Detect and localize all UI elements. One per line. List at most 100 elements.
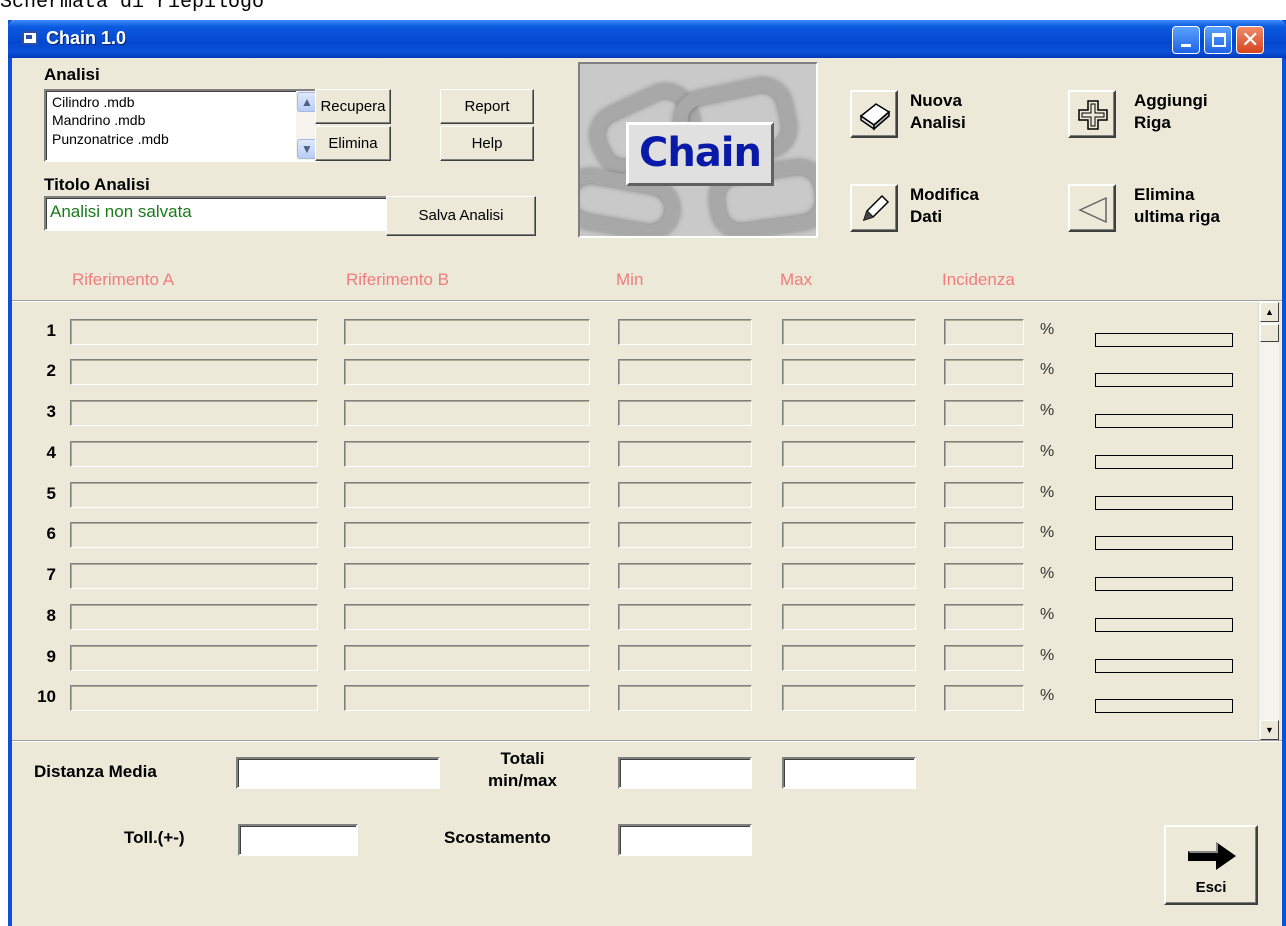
titolo-analisi-input[interactable]: Analisi non salvata (44, 196, 388, 231)
incidenza-cell[interactable] (944, 482, 1024, 508)
incidenza-cell[interactable] (944, 645, 1024, 671)
totale-max-field[interactable] (782, 757, 916, 789)
max-cell[interactable] (782, 359, 916, 385)
riferimento-a-cell[interactable] (70, 319, 318, 345)
totale-min-field[interactable] (618, 757, 752, 789)
elimina-button[interactable]: Elimina (315, 126, 391, 161)
riferimento-b-cell[interactable] (344, 441, 590, 467)
scroll-up-icon[interactable]: ▲ (297, 92, 317, 112)
incidenza-cell[interactable] (944, 563, 1024, 589)
chain-logo: Chain (578, 62, 818, 238)
max-cell[interactable] (782, 645, 916, 671)
riferimento-b-cell[interactable] (344, 359, 590, 385)
min-cell[interactable] (618, 604, 752, 630)
help-button[interactable]: Help (440, 126, 534, 161)
min-cell[interactable] (618, 359, 752, 385)
max-cell[interactable] (782, 685, 916, 711)
aggiungi-riga-button[interactable] (1068, 90, 1116, 138)
analisi-label: Analisi (44, 65, 100, 84)
footer-separator (12, 740, 1282, 742)
main-window: Chain 1.0 ✕ Analisi Cilindro .mdb Mandri… (8, 20, 1286, 926)
scroll-thumb[interactable] (1260, 324, 1279, 342)
riferimento-b-cell[interactable] (344, 604, 590, 630)
app-icon (22, 31, 38, 45)
riferimento-a-cell[interactable] (70, 482, 318, 508)
max-cell[interactable] (782, 563, 916, 589)
min-cell[interactable] (618, 482, 752, 508)
modifica-dati-button[interactable] (850, 184, 898, 232)
nuova-analisi-button[interactable] (850, 90, 898, 138)
min-cell[interactable] (618, 563, 752, 589)
min-cell[interactable] (618, 319, 752, 345)
table-row: 9 % (12, 645, 1252, 675)
distanza-media-input[interactable] (236, 757, 440, 789)
incidenza-cell[interactable] (944, 359, 1024, 385)
incidence-bar (1095, 455, 1233, 469)
riferimento-b-cell[interactable] (344, 482, 590, 508)
scostamento-field[interactable] (618, 824, 752, 856)
list-item[interactable]: Punzonatrice .mdb (52, 131, 169, 147)
incidenza-cell[interactable] (944, 400, 1024, 426)
remove-row-icon (1078, 196, 1107, 224)
grid-scrollbar[interactable]: ▲ ▼ (1258, 302, 1279, 740)
list-item[interactable]: Cilindro .mdb (52, 94, 134, 110)
riferimento-b-cell[interactable] (344, 645, 590, 671)
totali-min-max-label: Totali min/max (488, 749, 557, 790)
incidenza-cell[interactable] (944, 685, 1024, 711)
incidenza-cell[interactable] (944, 319, 1024, 345)
minimize-button[interactable] (1172, 26, 1200, 54)
table-row: 4 % (12, 441, 1252, 471)
riferimento-a-cell[interactable] (70, 441, 318, 467)
incidence-bar (1095, 577, 1233, 591)
max-cell[interactable] (782, 400, 916, 426)
scroll-down-icon[interactable]: ▼ (1260, 720, 1279, 740)
min-cell[interactable] (618, 522, 752, 548)
scroll-up-icon[interactable]: ▲ (1260, 302, 1279, 322)
riferimento-b-cell[interactable] (344, 563, 590, 589)
riferimento-a-cell[interactable] (70, 563, 318, 589)
analisi-listbox[interactable]: Cilindro .mdb Mandrino .mdb Punzonatrice… (44, 89, 320, 162)
tolleranza-input[interactable] (238, 824, 358, 856)
riferimento-a-cell[interactable] (70, 522, 318, 548)
riferimento-b-cell[interactable] (344, 400, 590, 426)
elimina-ultima-riga-button[interactable] (1068, 184, 1116, 232)
riferimento-b-cell[interactable] (344, 319, 590, 345)
riferimento-a-cell[interactable] (70, 645, 318, 671)
riferimento-a-cell[interactable] (70, 604, 318, 630)
min-cell[interactable] (618, 400, 752, 426)
max-cell[interactable] (782, 319, 916, 345)
report-button[interactable]: Report (440, 89, 534, 124)
percent-label: % (1040, 443, 1055, 460)
incidenza-cell[interactable] (944, 604, 1024, 630)
riferimento-b-cell[interactable] (344, 522, 590, 548)
min-cell[interactable] (618, 685, 752, 711)
esci-button[interactable]: Esci (1164, 825, 1258, 905)
column-header-max: Max (780, 270, 813, 289)
list-item[interactable]: Mandrino .mdb (52, 112, 145, 128)
riferimento-b-cell[interactable] (344, 685, 590, 711)
tolleranza-label: Toll.(+-) (124, 828, 185, 847)
percent-label: % (1040, 606, 1055, 623)
maximize-button[interactable] (1204, 26, 1232, 54)
title-bar[interactable]: Chain 1.0 ✕ (8, 20, 1286, 58)
max-cell[interactable] (782, 522, 916, 548)
min-cell[interactable] (618, 645, 752, 671)
max-cell[interactable] (782, 482, 916, 508)
max-cell[interactable] (782, 604, 916, 630)
row-number: 3 (46, 402, 56, 421)
close-button[interactable]: ✕ (1236, 26, 1264, 54)
max-cell[interactable] (782, 441, 916, 467)
incidenza-cell[interactable] (944, 522, 1024, 548)
incidence-bar (1095, 373, 1233, 387)
column-header-incidenza: Incidenza (942, 270, 1015, 289)
salva-analisi-button[interactable]: Salva Analisi (386, 196, 536, 236)
recupera-button[interactable]: Recupera (315, 89, 391, 124)
min-cell[interactable] (618, 441, 752, 467)
riferimento-a-cell[interactable] (70, 400, 318, 426)
incidenza-cell[interactable] (944, 441, 1024, 467)
riferimento-a-cell[interactable] (70, 359, 318, 385)
row-number: 5 (46, 484, 56, 503)
riferimento-a-cell[interactable] (70, 685, 318, 711)
incidence-bar (1095, 618, 1233, 632)
scroll-down-icon[interactable]: ▼ (297, 139, 317, 159)
